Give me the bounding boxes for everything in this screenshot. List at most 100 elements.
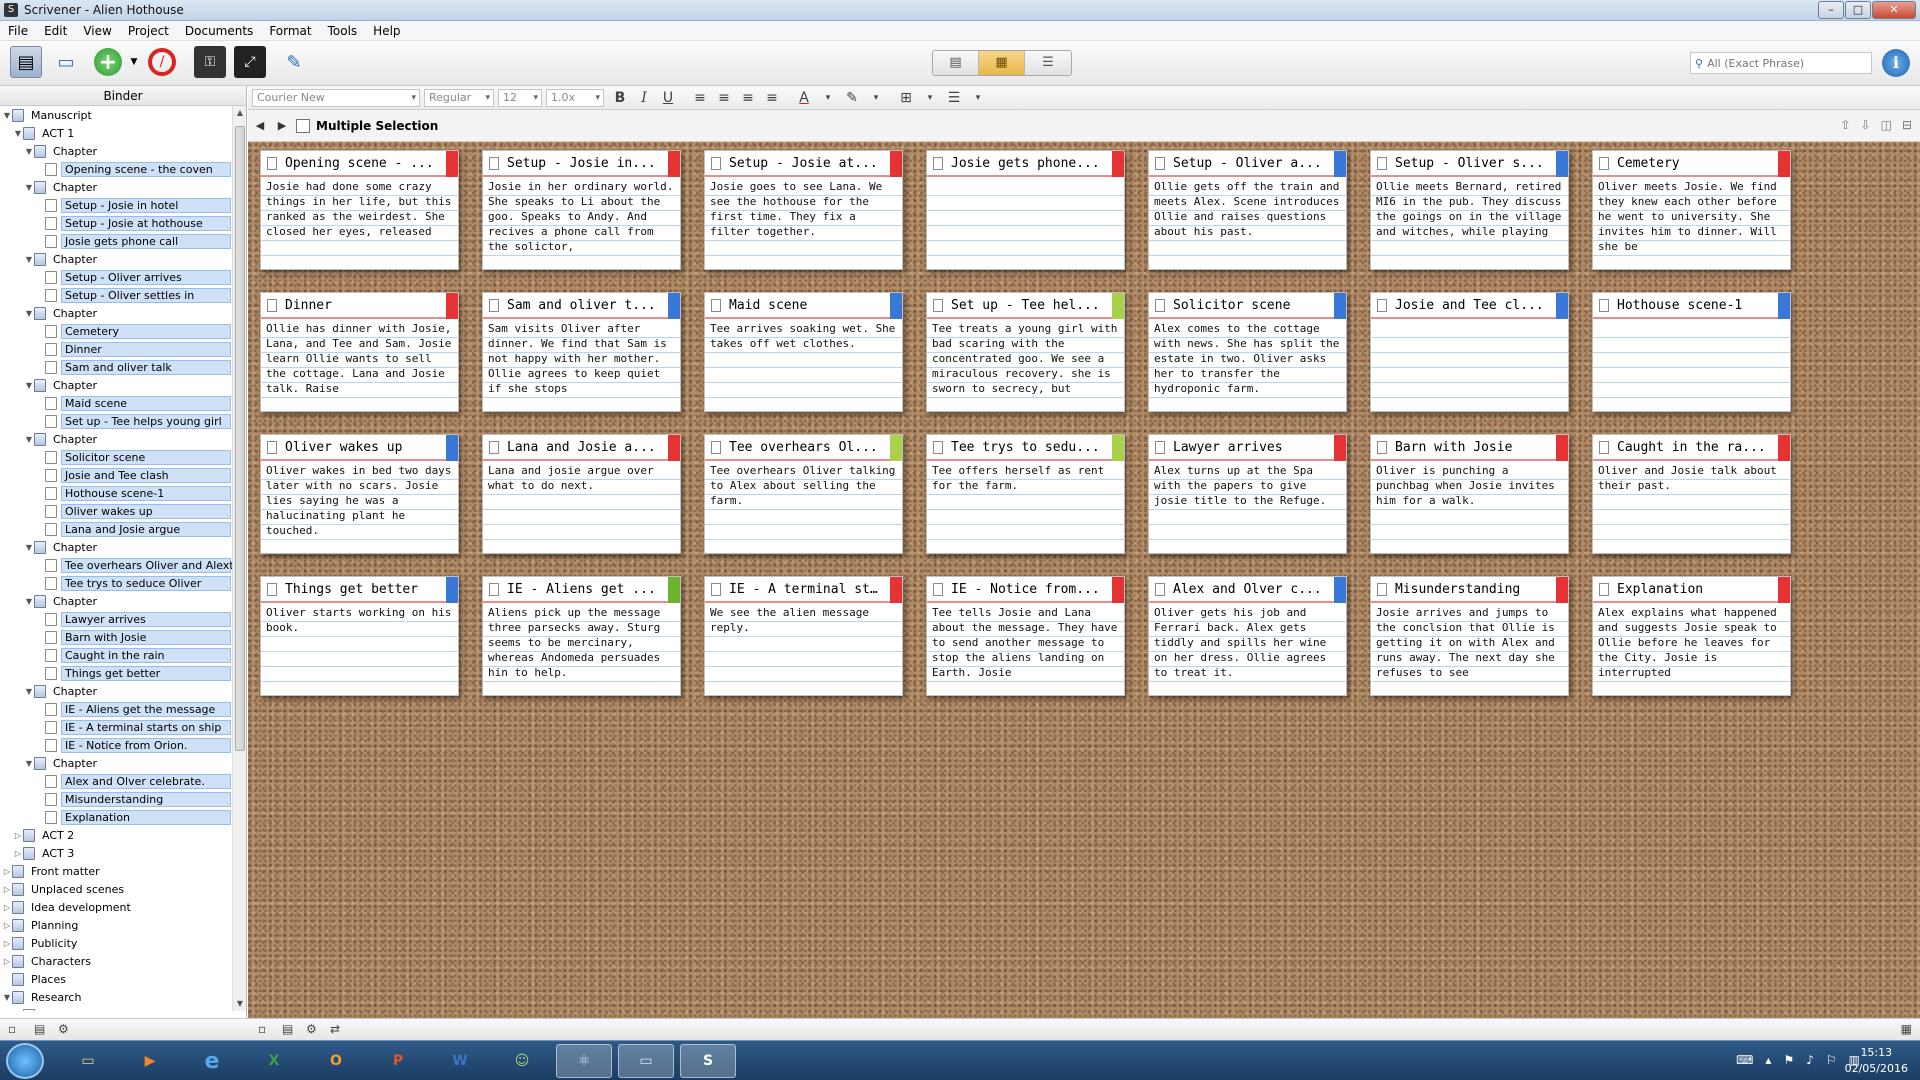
index-card[interactable]: Dinner Ollie has dinner with Josie, Lana,…: [260, 292, 459, 412]
binder-item[interactable]: Cemetery: [0, 322, 232, 340]
card-title[interactable]: Lawyer arrives: [1173, 440, 1283, 455]
disclosure-triangle-icon[interactable]: ▼: [24, 147, 34, 156]
card-title[interactable]: Misunderstanding: [1395, 582, 1520, 597]
disclosure-triangle-icon[interactable]: ▷: [2, 939, 12, 948]
windows-flag-icon[interactable]: ⚑: [1783, 1053, 1794, 1067]
card-title[interactable]: IE - Aliens get ...: [507, 582, 656, 597]
menu-item-view[interactable]: View: [75, 24, 119, 38]
index-card[interactable]: Explanation Alex explains what happened a…: [1592, 576, 1791, 696]
line-spacing-select[interactable]: 1.0x: [546, 88, 604, 107]
binder-item[interactable]: Explanation: [0, 808, 232, 826]
disclosure-triangle-icon[interactable]: ▷: [2, 885, 12, 894]
card-title[interactable]: Solicitor scene: [1173, 298, 1290, 313]
align-right-icon[interactable]: ≡: [740, 90, 756, 106]
corkboard[interactable]: Opening scene - ... Josie had done some c…: [248, 142, 1920, 1018]
menu-item-project[interactable]: Project: [120, 24, 177, 38]
card-synopsis[interactable]: Josie had done some crazy things in her …: [261, 177, 458, 265]
card-synopsis[interactable]: Oliver starts working on his book.: [261, 603, 458, 691]
index-card[interactable]: IE - Aliens get ... Aliens pick up the me…: [482, 576, 681, 696]
binder-item[interactable]: ▷ Front matter: [0, 862, 232, 880]
binder-item[interactable]: ▼ Chapter: [0, 682, 232, 700]
binder-item[interactable]: Alex and Olver celebrate.: [0, 772, 232, 790]
binder-item[interactable]: Places: [0, 970, 232, 988]
outliner-view-icon[interactable]: ☰: [1025, 51, 1071, 75]
disclosure-triangle-icon[interactable]: ▼: [2, 993, 12, 1002]
text-color-dropdown-icon[interactable]: ▾: [820, 93, 836, 103]
index-card[interactable]: Josie and Tee cl...: [1370, 292, 1569, 412]
disclosure-triangle-icon[interactable]: ▷: [2, 903, 12, 912]
binder-item[interactable]: Barn with Josie: [0, 628, 232, 646]
card-title[interactable]: Lana and Josie a...: [507, 440, 656, 455]
card-synopsis[interactable]: Ollie meets Bernard, retired MI6 in the …: [1371, 177, 1568, 265]
card-title[interactable]: IE - A terminal st...: [729, 582, 883, 597]
index-card[interactable]: Cemetery Oliver meets Josie. We find they…: [1592, 150, 1791, 270]
binder-item[interactable]: Oliver wakes up: [0, 502, 232, 520]
disclosure-triangle-icon[interactable]: ▼: [24, 255, 34, 264]
card-synopsis[interactable]: [1371, 319, 1568, 407]
index-card[interactable]: Sam and oliver t... Sam visits Oliver aft…: [482, 292, 681, 412]
delete-icon[interactable]: /: [148, 48, 176, 76]
messenger-taskbar-icon[interactable]: ☺: [494, 1044, 550, 1078]
binder-item[interactable]: Lawyer arrives: [0, 610, 232, 628]
card-title[interactable]: Cemetery: [1617, 156, 1680, 171]
index-card[interactable]: Setup - Oliver a... Ollie gets off the tr…: [1148, 150, 1347, 270]
font-size-select[interactable]: 12: [498, 88, 542, 107]
text-color-icon[interactable]: A: [796, 90, 812, 106]
card-synopsis[interactable]: Josie in her ordinary world. She speaks …: [483, 177, 680, 265]
scrivener-app-icon[interactable]: S: [4, 3, 18, 17]
close-button[interactable]: ✕: [1872, 1, 1916, 19]
corkboard-grid-icon[interactable]: ▦: [1901, 1022, 1912, 1036]
card-title[interactable]: Sam and oliver t...: [507, 298, 656, 313]
binder-item[interactable]: IE - Aliens get the message: [0, 700, 232, 718]
disclosure-triangle-icon[interactable]: ▼: [13, 129, 23, 138]
card-synopsis[interactable]: [927, 177, 1124, 265]
card-title[interactable]: Set up - Tee hel...: [951, 298, 1100, 313]
binder-item[interactable]: Setup - Oliver settles in: [0, 286, 232, 304]
explorer-taskbar-icon[interactable]: ▭: [60, 1044, 116, 1078]
table-dropdown-icon[interactable]: ▾: [922, 93, 938, 103]
card-title[interactable]: Tee trys to sedu...: [951, 440, 1100, 455]
disclosure-triangle-icon[interactable]: ▼: [24, 381, 34, 390]
card-title[interactable]: IE - Notice from...: [951, 582, 1100, 597]
binder-item[interactable]: ▼ Chapter: [0, 754, 232, 772]
fullscreen-icon[interactable]: ⤢: [234, 46, 266, 78]
binder-item[interactable]: Josie and Tee clash: [0, 466, 232, 484]
add-dropdown-chevron-icon[interactable]: ▼: [128, 46, 140, 78]
info-icon[interactable]: i: [1882, 49, 1910, 77]
binder-item[interactable]: ▼ Chapter: [0, 178, 232, 196]
disclosure-triangle-icon[interactable]: ▼: [24, 687, 34, 696]
menu-item-format[interactable]: Format: [261, 24, 319, 38]
binder-item[interactable]: ▷ ACT 2: [0, 826, 232, 844]
index-card[interactable]: Tee overhears Ol... Tee overhears Oliver …: [704, 434, 903, 554]
tray-expand-icon[interactable]: ▴: [1765, 1053, 1771, 1067]
add-folder-icon[interactable]: ▤: [34, 1022, 45, 1036]
font-style-select[interactable]: Regular: [424, 88, 494, 107]
binder-item[interactable]: Tee overhears Oliver and Alexthe: [0, 556, 232, 574]
index-card[interactable]: Setup - Oliver s... Ollie meets Bernard, …: [1370, 150, 1569, 270]
binder-item[interactable]: Opening scene - the coven: [0, 160, 232, 178]
index-card[interactable]: Opening scene - ... Josie had done some c…: [260, 150, 459, 270]
index-card[interactable]: Caught in the ra... Oliver and Josie talk…: [1592, 434, 1791, 554]
binder-toggle-icon[interactable]: ▤: [10, 46, 42, 78]
scrivenings-view-icon[interactable]: ▤: [933, 51, 979, 75]
card-title[interactable]: Setup - Josie at...: [729, 156, 878, 171]
keywords-icon[interactable]: ⚿: [194, 46, 226, 78]
card-title[interactable]: Oliver wakes up: [285, 440, 402, 455]
scroll-down-arrow-icon[interactable]: ▼: [233, 997, 247, 1011]
keyboard-icon[interactable]: ⌨: [1736, 1053, 1753, 1067]
index-card[interactable]: Setup - Josie at... Josie goes to see Lan…: [704, 150, 903, 270]
card-title[interactable]: Setup - Oliver s...: [1395, 156, 1544, 171]
window-taskbar-icon[interactable]: ▭: [618, 1044, 674, 1078]
card-synopsis[interactable]: We see the alien message reply.: [705, 603, 902, 691]
binder-item[interactable]: Sam and oliver talk: [0, 358, 232, 376]
maximize-button[interactable]: □: [1845, 1, 1871, 19]
card-synopsis[interactable]: Tee offers herself as rent for the farm.: [927, 461, 1124, 549]
disclosure-triangle-icon[interactable]: ▼: [24, 597, 34, 606]
card-title[interactable]: Hothouse scene-1: [1617, 298, 1742, 313]
corkboard-view-icon[interactable]: ▦: [979, 51, 1025, 75]
binder-item[interactable]: ▷ Characters: [0, 952, 232, 970]
scroll-up-arrow-icon[interactable]: ▲: [233, 106, 247, 120]
binder-item[interactable]: ▼ Chapter: [0, 142, 232, 160]
split-horizontal-icon[interactable]: ⊟: [1902, 118, 1912, 132]
card-synopsis[interactable]: Josie arrives and jumps to the conclsion…: [1371, 603, 1568, 691]
